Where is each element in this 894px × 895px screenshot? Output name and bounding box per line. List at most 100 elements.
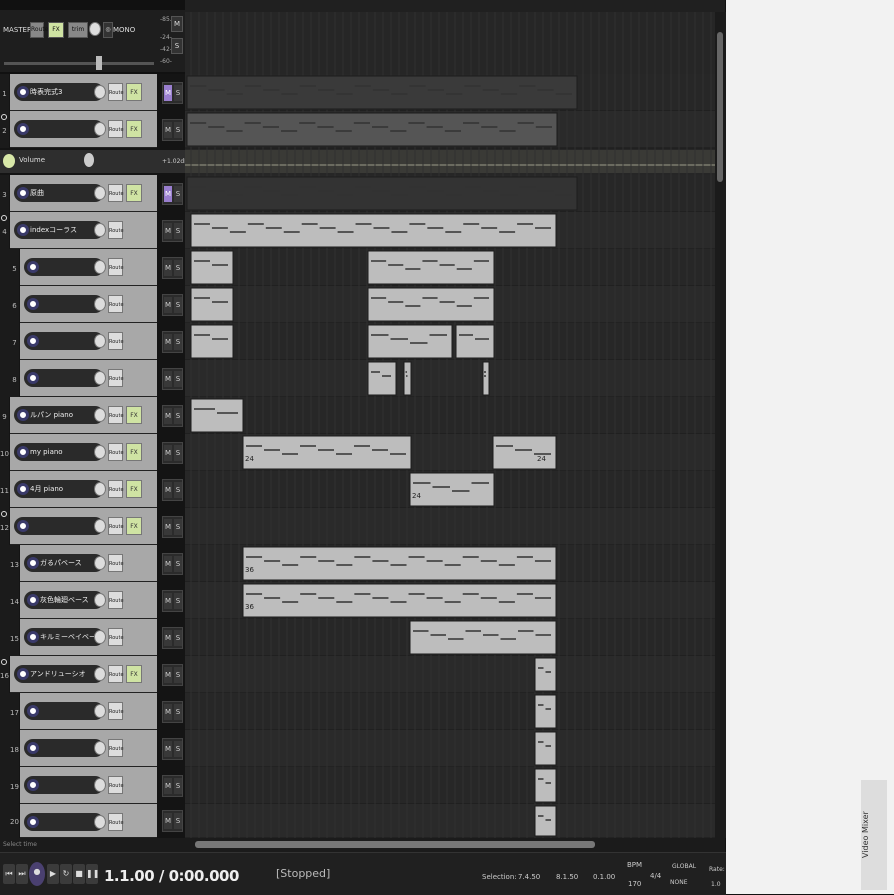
folder-toggle-icon[interactable]: [1, 659, 7, 665]
track-volume-knob[interactable]: [94, 704, 106, 718]
track-header[interactable]: Route: [20, 767, 157, 804]
record-arm-icon[interactable]: [27, 335, 39, 347]
record-arm-icon[interactable]: [17, 224, 29, 236]
fx-button[interactable]: FX: [126, 480, 142, 498]
media-item[interactable]: [190, 213, 557, 248]
item-label[interactable]: 36: [245, 603, 254, 611]
folder-toggle-icon[interactable]: [1, 511, 7, 517]
media-item[interactable]: [367, 324, 453, 359]
track-row[interactable]: 7 Route M S: [0, 323, 185, 360]
track-row[interactable]: 2 Route FX M S: [0, 111, 185, 148]
track-row[interactable]: 5 Route M S: [0, 249, 185, 286]
media-item[interactable]: [190, 287, 234, 322]
master-solo-button[interactable]: S: [171, 38, 183, 54]
horizontal-scroll-thumb[interactable]: [195, 841, 595, 848]
selection-length[interactable]: 0.1.00: [593, 873, 615, 881]
master-mono-icon[interactable]: ◎: [103, 22, 113, 38]
solo-button[interactable]: S: [174, 444, 182, 461]
track-volume-knob[interactable]: [94, 223, 106, 237]
record-arm-icon[interactable]: [27, 816, 39, 828]
mute-button[interactable]: M: [164, 333, 172, 350]
track-volume-knob[interactable]: [94, 482, 106, 496]
track-header[interactable]: Route: [20, 249, 157, 286]
solo-button[interactable]: S: [174, 703, 182, 720]
track-volume-knob[interactable]: [94, 334, 106, 348]
track-row[interactable]: 14 灰色輪廻ベース Route M S: [0, 582, 185, 619]
fx-button[interactable]: FX: [126, 517, 142, 535]
track-row[interactable]: 16 アンドリューシオ Route FX M S: [0, 656, 185, 693]
go-start-button[interactable]: ⏮: [3, 864, 15, 884]
vertical-scroll-thumb[interactable]: [717, 32, 723, 182]
record-arm-icon[interactable]: [17, 86, 29, 98]
repeat-button[interactable]: ↻: [60, 864, 72, 884]
item-label[interactable]: 24: [245, 455, 254, 463]
track-volume-knob[interactable]: [94, 85, 106, 99]
media-item[interactable]: [190, 324, 234, 359]
track-header[interactable]: Route: [20, 730, 157, 767]
record-arm-icon[interactable]: [17, 668, 29, 680]
solo-button[interactable]: S: [174, 370, 182, 387]
track-row[interactable]: 17 Route M S: [0, 693, 185, 730]
fx-button[interactable]: FX: [126, 443, 142, 461]
mute-button[interactable]: M: [164, 84, 172, 101]
mute-button[interactable]: M: [164, 703, 172, 720]
fx-button[interactable]: FX: [126, 184, 142, 202]
route-button[interactable]: Route: [108, 776, 124, 794]
solo-button[interactable]: S: [174, 740, 182, 757]
track-volume-knob[interactable]: [94, 297, 106, 311]
media-item[interactable]: [190, 398, 244, 433]
track-volume-knob[interactable]: [94, 815, 106, 829]
track-header[interactable]: ガるパベース Route: [20, 545, 157, 582]
route-button[interactable]: Route: [108, 332, 124, 350]
fx-button[interactable]: FX: [126, 406, 142, 424]
media-item[interactable]: [403, 361, 412, 396]
solo-button[interactable]: S: [174, 333, 182, 350]
record-arm-icon[interactable]: [27, 742, 39, 754]
mute-button[interactable]: M: [164, 481, 172, 498]
rate-value[interactable]: 1.0: [711, 881, 721, 888]
track-volume-knob[interactable]: [94, 593, 106, 607]
selection-start[interactable]: 7.4.50: [518, 873, 540, 881]
track-volume-knob[interactable]: [94, 778, 106, 792]
media-item[interactable]: [242, 546, 557, 581]
vertical-scrollbar[interactable]: [715, 12, 726, 838]
track-header[interactable]: Route: [20, 360, 157, 397]
time-signature[interactable]: 4/4: [650, 872, 661, 880]
bpm-value[interactable]: 170: [628, 880, 641, 888]
solo-button[interactable]: S: [174, 629, 182, 646]
mute-button[interactable]: M: [164, 222, 172, 239]
track-header[interactable]: my piano Route FX: [10, 434, 157, 471]
route-button[interactable]: Route: [108, 813, 124, 831]
solo-button[interactable]: S: [174, 296, 182, 313]
mute-button[interactable]: M: [164, 121, 172, 138]
route-button[interactable]: Route: [108, 369, 124, 387]
mute-button[interactable]: M: [164, 259, 172, 276]
track-row[interactable]: 3 原曲 Route FX M S: [0, 175, 185, 212]
mute-button[interactable]: M: [164, 296, 172, 313]
video-mixer-tab[interactable]: Video Mixer: [861, 780, 887, 890]
solo-button[interactable]: S: [174, 666, 182, 683]
solo-button[interactable]: S: [174, 121, 182, 138]
track-volume-knob[interactable]: [94, 519, 106, 533]
mute-button[interactable]: M: [164, 555, 172, 572]
route-button[interactable]: Route: [108, 628, 124, 646]
track-row[interactable]: 4 indexコーラス Route M S: [0, 212, 185, 249]
track-row[interactable]: 12 Route FX M S: [0, 508, 185, 545]
go-end-button[interactable]: ⏭: [16, 864, 28, 884]
global-label[interactable]: GLOBAL: [672, 863, 696, 870]
master-route-button[interactable]: Route: [30, 22, 48, 38]
stop-button[interactable]: ■: [73, 864, 85, 884]
route-button[interactable]: Route: [108, 554, 124, 572]
horizontal-scrollbar[interactable]: [185, 838, 725, 852]
play-button[interactable]: ▶: [47, 864, 59, 884]
mute-button[interactable]: M: [164, 444, 172, 461]
route-button[interactable]: Route: [108, 83, 124, 101]
solo-button[interactable]: S: [174, 84, 182, 101]
track-header[interactable]: ルパン piano Route FX: [10, 397, 157, 434]
solo-button[interactable]: S: [174, 259, 182, 276]
track-header[interactable]: Route: [20, 286, 157, 323]
master-pan-thumb[interactable]: [96, 56, 102, 70]
track-volume-knob[interactable]: [94, 260, 106, 274]
mute-button[interactable]: M: [164, 185, 172, 202]
media-item[interactable]: [367, 250, 495, 285]
